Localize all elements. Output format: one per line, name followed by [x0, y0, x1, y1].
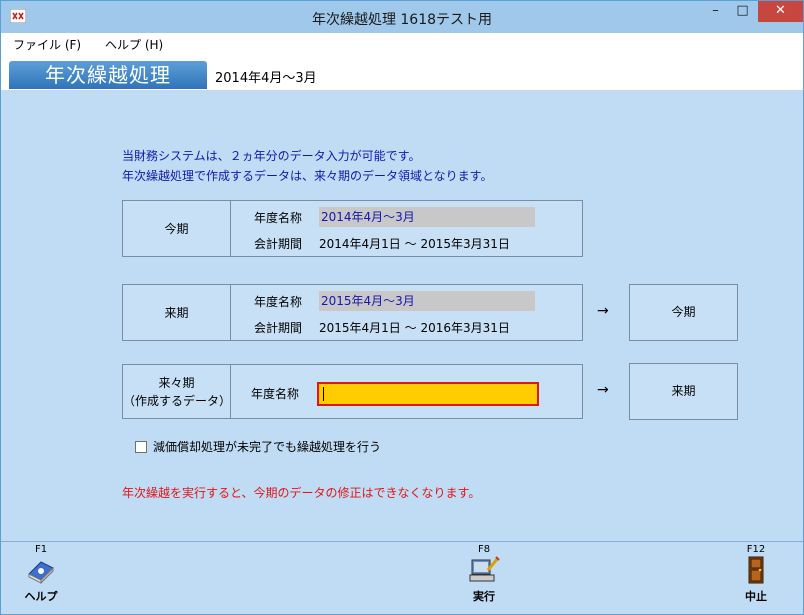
main-content: 当財務システムは、２ヵ年分のデータ入力が可能です。 年次繰越処理で作成するデータ…: [1, 96, 803, 541]
header-period: 2014年4月～3月: [215, 71, 317, 86]
f12-action-label: 中止: [745, 590, 767, 603]
next-name-value: 2015年4月～3月: [319, 291, 535, 311]
menu-bar: ファイル (F) ヘルプ (H): [1, 33, 803, 53]
title-bar: 年次繰越処理 1618テスト用 – □ ✕: [1, 1, 803, 33]
after-next-period-box: 来々期 （作成するデータ） 年度名称: [122, 364, 583, 419]
f8-execute-button[interactable]: F8 実行: [462, 544, 506, 604]
after-next-label-line1: 来々期: [158, 375, 195, 390]
f8-action-label: 実行: [473, 590, 495, 603]
after-next-target-box: 来期: [629, 363, 738, 420]
next-period-label-text: 来期: [164, 305, 189, 320]
next-period-box: 来期 年度名称 2015年4月～3月 会計期間 2015年4月1日 ～ 2016…: [122, 284, 583, 341]
arrow-right-icon: →: [597, 303, 609, 319]
door-exit-icon: [748, 556, 764, 584]
f12-key-label: F12: [746, 544, 766, 555]
after-next-name-label: 年度名称: [251, 387, 300, 401]
execute-computer-icon: [469, 556, 500, 582]
next-name-label: 年度名称: [254, 295, 303, 309]
function-key-bar: F1 ヘルプ F8 実行 F12 中止: [1, 541, 803, 614]
minimize-button[interactable]: –: [702, 1, 729, 22]
next-target-box: 今期: [629, 284, 738, 341]
f1-key-label: F1: [34, 544, 48, 555]
window-title: 年次繰越処理 1618テスト用: [311, 12, 493, 28]
close-button[interactable]: ✕: [758, 1, 803, 22]
current-period-box: 今期 年度名称 2014年4月～3月 会計期間 2014年4月1日 ～ 2015…: [122, 200, 583, 257]
help-book-icon: [28, 561, 54, 585]
text-caret: [323, 387, 324, 401]
header-bar: 年次繰越処理 2014年4月～3月: [1, 53, 803, 93]
year-name-input[interactable]: [317, 382, 539, 406]
current-term-value: 2014年4月1日 ～ 2015年3月31日: [319, 237, 510, 251]
f1-action-label: ヘルプ: [24, 590, 58, 603]
next-term-value: 2015年4月1日 ～ 2016年3月31日: [319, 321, 510, 335]
current-period-label: 今期: [123, 201, 231, 256]
current-name-label: 年度名称: [254, 211, 303, 225]
menu-file[interactable]: ファイル (F): [13, 36, 81, 53]
warning-text: 年次繰越を実行すると、今期のデータの修正はできなくなります。: [122, 486, 481, 500]
depreciation-checkbox[interactable]: [135, 440, 147, 453]
depreciation-checkbox-label[interactable]: 減価償却処理が未完了でも繰越処理を行う: [153, 438, 381, 455]
f1-help-button[interactable]: F1 ヘルプ: [19, 544, 63, 604]
arrow-right-icon: →: [597, 382, 609, 398]
page-title-tab: 年次繰越処理: [9, 61, 207, 89]
f12-cancel-button[interactable]: F12 中止: [734, 544, 778, 604]
current-term-label: 会計期間: [254, 237, 303, 251]
after-next-period-label: 来々期 （作成するデータ）: [123, 365, 231, 418]
next-term-label: 会計期間: [254, 321, 303, 335]
after-next-label-line2: （作成するデータ）: [123, 393, 232, 408]
current-name-value: 2014年4月～3月: [319, 207, 535, 227]
info-line-2: 年次繰越処理で作成するデータは、来々期のデータ領域となります。: [122, 169, 493, 183]
menu-help[interactable]: ヘルプ (H): [105, 36, 163, 53]
info-line-1: 当財務システムは、２ヵ年分のデータ入力が可能です。: [122, 149, 421, 163]
next-period-label: 来期: [123, 285, 231, 340]
depreciation-option[interactable]: 減価償却処理が未完了でも繰越処理を行う: [135, 438, 381, 455]
maximize-button[interactable]: □: [729, 1, 756, 22]
app-window: 年次繰越処理 1618テスト用 – □ ✕ ファイル (F) ヘルプ (H) 年…: [0, 0, 804, 615]
current-period-label-text: 今期: [164, 221, 189, 236]
f8-key-label: F8: [477, 544, 491, 555]
